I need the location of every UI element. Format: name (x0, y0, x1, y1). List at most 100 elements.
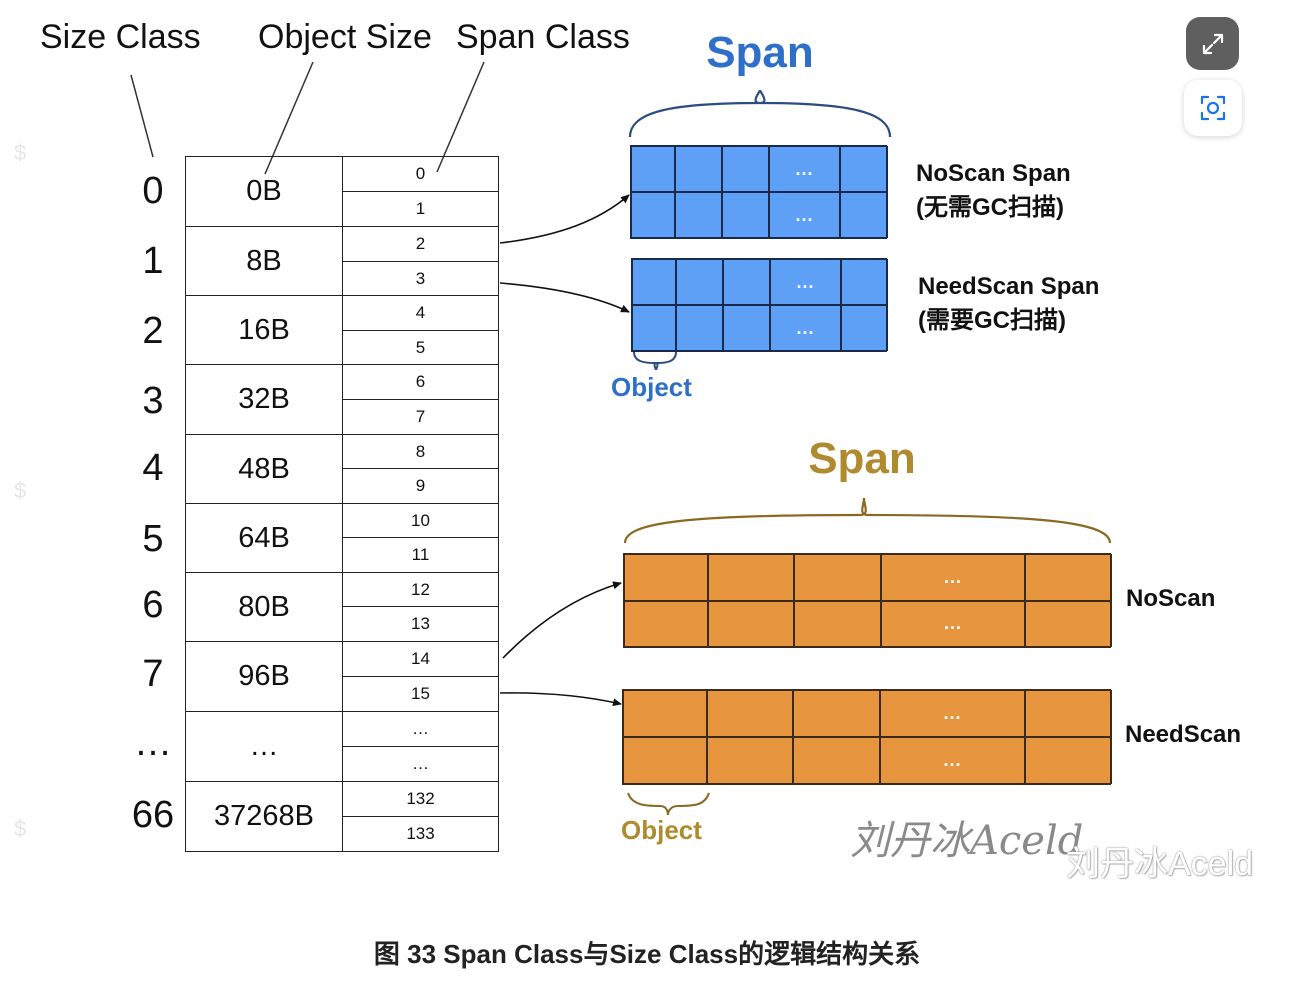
arrow-3-to-blue-needscan (499, 282, 630, 313)
blue-noscan-span-grid: ... ... (630, 145, 888, 239)
size-class-4: 4 (142, 447, 164, 489)
span-class-cell: … (342, 746, 499, 782)
span-class-cell: 13 (342, 606, 499, 642)
span-slot (675, 146, 722, 192)
span-slot (793, 690, 880, 737)
orange-object-label: Object (621, 815, 702, 845)
span-slot (676, 305, 723, 351)
blue-needscan-label: NeedScan Span (需要GC扫描) (918, 270, 1099, 338)
object-size-cell: 64B (185, 503, 342, 573)
blue-span-brace (628, 89, 892, 138)
span-class-cell: 12 (342, 572, 499, 607)
span-slot (840, 146, 888, 192)
object-size-cell: 32B (185, 364, 342, 435)
span-class-cell: 11 (342, 537, 499, 573)
span-class-cell: 6 (342, 364, 499, 400)
span-class-cell: 5 (342, 330, 499, 365)
span-class-cell: 133 (342, 816, 499, 852)
size-class-7: 7 (142, 653, 164, 695)
span-slot (840, 192, 888, 238)
size-class-0: 0 (142, 170, 164, 212)
blue-noscan-label: NoScan Span (无需GC扫描) (916, 157, 1071, 225)
blue-needscan-span-grid: ... ... (631, 258, 888, 352)
span-slot (632, 305, 676, 351)
blue-needscan-label-line1: NeedScan Span (918, 273, 1100, 300)
object-size-cell: 96B (185, 641, 342, 712)
span-class-cell: 132 (342, 781, 499, 817)
arrow-14-to-orange-noscan (502, 581, 622, 659)
object-size-cell: 48B (185, 434, 342, 504)
span-slot (722, 192, 769, 238)
span-class-cell: 9 (342, 468, 499, 504)
object-size-cell: 37268B (185, 781, 342, 852)
span-slot (1025, 600, 1112, 647)
span-slot (793, 737, 880, 784)
size-class-6: 6 (142, 584, 164, 626)
blue-noscan-label-line2: (无需GC扫描) (916, 194, 1064, 221)
blue-object-label: Object (611, 372, 692, 402)
size-class-1: 1 (142, 240, 164, 282)
size-class-66: 66 (131, 794, 175, 836)
span-slot (708, 554, 794, 601)
span-class-cell: 15 (342, 676, 499, 712)
orange-span-brace (623, 497, 1112, 544)
arrow-2-to-blue-noscan (499, 194, 630, 244)
span-slot (624, 600, 708, 647)
span-slot (841, 305, 888, 351)
span-slot (1025, 554, 1112, 601)
span-class-cell: 14 (342, 641, 499, 677)
span-slot (723, 305, 770, 351)
size-class-5: 5 (142, 518, 164, 560)
orange-noscan-label: NoScan (1126, 585, 1216, 612)
span-slot (676, 259, 723, 305)
span-slot-ellipsis: ... (881, 600, 1025, 647)
span-class-cell: 2 (342, 226, 499, 262)
size-class-ellipsis: … (134, 722, 172, 764)
span-slot-ellipsis: ... (769, 146, 840, 192)
text-watermark: 刘丹冰Aceld (1066, 845, 1254, 883)
span-slot (1025, 690, 1112, 737)
object-size-cell: … (185, 711, 342, 782)
span-slot-ellipsis: ... (770, 259, 841, 305)
span-slot (632, 259, 676, 305)
object-size-cell: 16B (185, 295, 342, 365)
span-slot (722, 146, 769, 192)
blue-span-title: Span (706, 28, 814, 77)
expand-icon (1202, 33, 1223, 54)
span-slot-ellipsis: ... (880, 690, 1025, 737)
span-slot (623, 690, 707, 737)
orange-needscan-label: NeedScan (1125, 721, 1242, 748)
arrow-15-to-orange-needscan (499, 692, 622, 707)
span-slot (624, 554, 708, 601)
span-class-cell: 7 (342, 399, 499, 435)
span-slot-ellipsis: ... (881, 554, 1025, 601)
size-class-pointer (130, 74, 154, 158)
span-slot-ellipsis: ... (769, 192, 840, 238)
span-class-cell: 1 (342, 191, 499, 227)
blue-needscan-label-line2: (需要GC扫描) (918, 307, 1066, 334)
blue-object-brace (633, 351, 677, 371)
span-class-cell: 3 (342, 261, 499, 296)
orange-object-brace (627, 792, 710, 816)
span-slot (623, 737, 707, 784)
span-slot (631, 146, 675, 192)
span-slot (794, 554, 881, 601)
span-slot (708, 600, 794, 647)
span-slot (675, 192, 722, 238)
span-slot (794, 600, 881, 647)
span-slot (631, 192, 675, 238)
span-slot (707, 690, 793, 737)
scan-icon (1200, 95, 1226, 121)
figure-caption: 图 33 Span Class与Size Class的逻辑结构关系 (373, 939, 921, 969)
orange-noscan-span-grid: ... ... (623, 553, 1112, 648)
expand-button[interactable] (1186, 17, 1239, 70)
span-class-cell: 8 (342, 434, 499, 469)
span-slot-ellipsis: ... (880, 737, 1025, 784)
span-class-cell: 0 (342, 156, 499, 192)
span-class-cell: 4 (342, 295, 499, 331)
object-size-cell: 80B (185, 572, 342, 642)
image-scan-button[interactable] (1184, 80, 1242, 136)
size-class-3: 3 (142, 380, 164, 422)
span-slot (1025, 737, 1112, 784)
span-slot (707, 737, 793, 784)
